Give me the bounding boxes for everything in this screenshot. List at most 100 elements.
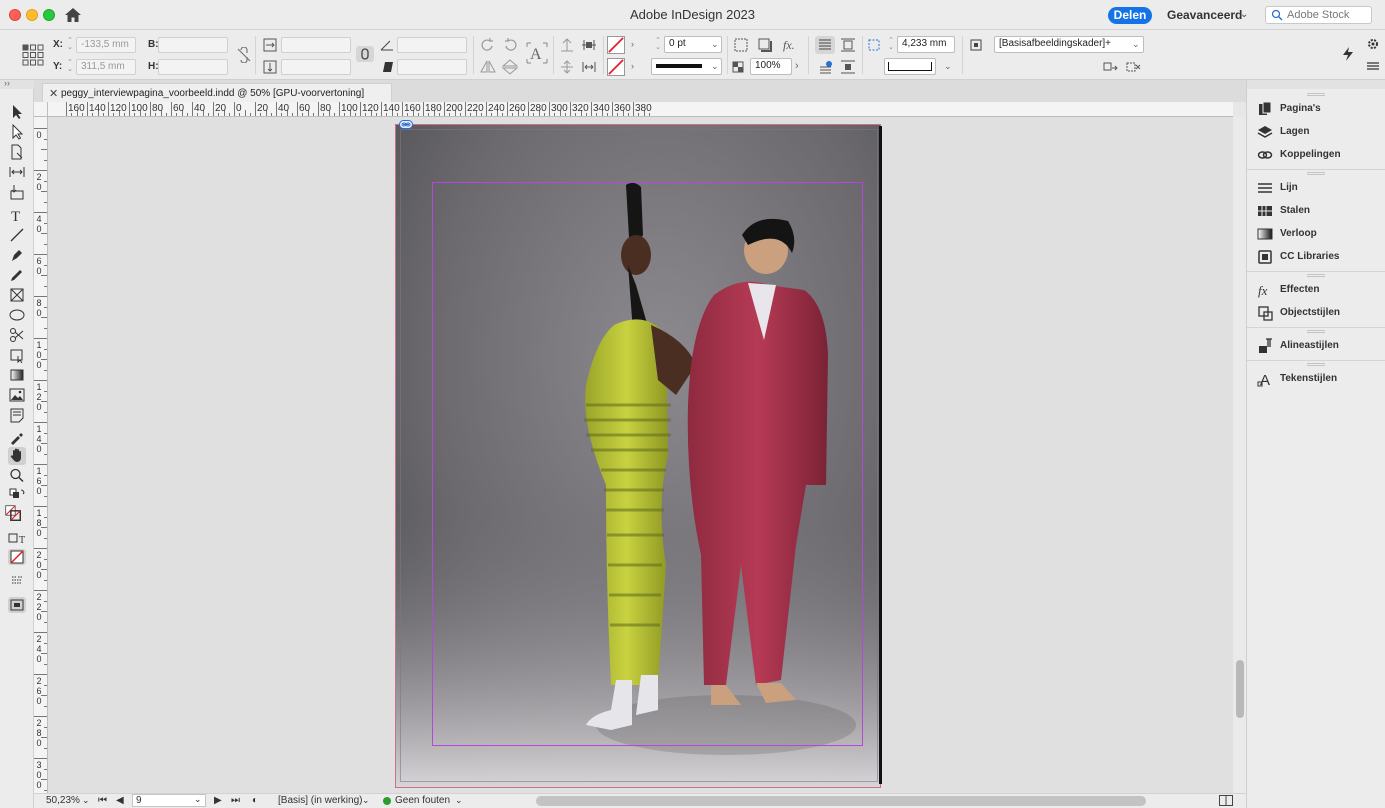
dock-item-cc-libraries[interactable]: CC Libraries: [1247, 246, 1385, 268]
screen-mode-icon[interactable]: [8, 573, 26, 589]
dock-item-paragraph-styles[interactable]: Alineastijlen: [1247, 335, 1385, 357]
link-badge-icon[interactable]: [399, 120, 413, 129]
next-page-icon[interactable]: ▶: [214, 795, 222, 806]
eyedropper-tool-icon[interactable]: [8, 429, 26, 445]
chevron-down-icon[interactable]: ⌄: [455, 795, 463, 806]
wrap-offset-stepper[interactable]: ⌃ ⌄: [887, 37, 895, 53]
scale-y-field[interactable]: [281, 59, 351, 75]
frame-fitting-icon[interactable]: [732, 37, 750, 53]
dock-item-pages[interactable]: Pagina's: [1247, 98, 1385, 120]
free-transform-tool-icon[interactable]: [8, 347, 26, 364]
default-colors-icon[interactable]: [8, 487, 26, 501]
clear-overrides-icon[interactable]: [1101, 59, 1119, 75]
ruler-origin[interactable]: [34, 102, 48, 117]
formatting-container-icon[interactable]: T: [8, 531, 26, 547]
text-wrap-bounding-icon[interactable]: [839, 37, 857, 53]
page-tool-icon[interactable]: [8, 144, 26, 160]
ellipse-tool-icon[interactable]: [8, 307, 26, 323]
expand-tools-icon[interactable]: ››: [4, 78, 10, 88]
flip-vertical-icon[interactable]: [501, 59, 519, 75]
vertical-scroll-thumb[interactable]: [1236, 660, 1244, 718]
opacity-field[interactable]: 100%: [750, 58, 792, 75]
x-stepper[interactable]: ⌃ ⌄: [66, 37, 74, 53]
rectangle-frame-tool-icon[interactable]: [8, 287, 26, 303]
chevron-down-icon[interactable]: ⌄: [711, 39, 719, 50]
chevron-down-icon[interactable]: ⌄: [944, 61, 952, 72]
direct-selection-tool-icon[interactable]: [8, 123, 26, 140]
reference-point-icon[interactable]: [22, 44, 44, 66]
chevron-down-icon[interactable]: ⌄: [82, 795, 90, 806]
dock-item-links[interactable]: Koppelingen: [1247, 144, 1385, 166]
dock-item-swatches[interactable]: Stalen: [1247, 200, 1385, 222]
chevron-right-icon[interactable]: ›: [631, 61, 634, 71]
fill-stroke-swatches[interactable]: [4, 505, 26, 527]
chevron-down-icon[interactable]: ⌄: [194, 794, 202, 805]
stroke-none-swatch[interactable]: [607, 58, 625, 76]
scale-x-field[interactable]: [281, 37, 351, 53]
flip-horizontal-icon[interactable]: [479, 59, 497, 75]
last-page-icon[interactable]: ⏭: [231, 795, 240, 806]
type-tool-icon[interactable]: T: [8, 207, 26, 225]
minimize-window-button[interactable]: [26, 9, 38, 21]
chevron-right-icon[interactable]: ›: [795, 60, 799, 72]
zoom-window-button[interactable]: [43, 9, 55, 21]
link-scale-icon[interactable]: [356, 46, 374, 62]
open-page-icon[interactable]: ◐: [252, 795, 258, 806]
fill-none-swatch[interactable]: [607, 36, 625, 54]
rotation-field[interactable]: [397, 37, 467, 53]
adobe-stock-search-input[interactable]: Adobe Stock: [1265, 6, 1372, 24]
scissors-tool-icon[interactable]: [8, 327, 26, 343]
shear-field[interactable]: [397, 59, 467, 75]
home-icon[interactable]: [64, 7, 82, 23]
constrain-proportions-icon[interactable]: [235, 46, 253, 64]
hamburger-menu-icon[interactable]: [1364, 58, 1382, 74]
distribute-space-icon[interactable]: [580, 59, 598, 75]
rotate-clockwise-icon[interactable]: [479, 37, 497, 53]
preflight-status[interactable]: Geen fouten: [395, 795, 450, 806]
vertical-ruler[interactable]: 0 20 40 60 80 100 120 140 160 180 200 220 240 260 280 3…: [34, 117, 48, 793]
pencil-tool-icon[interactable]: [8, 267, 26, 283]
image-placeholder-icon[interactable]: [8, 387, 26, 403]
master-status[interactable]: [Basis] (in werking): [278, 795, 362, 806]
chevron-down-icon[interactable]: ⌄: [711, 61, 719, 72]
split-view-icon[interactable]: [1219, 795, 1233, 808]
width-field[interactable]: [158, 37, 228, 53]
text-wrap-jump-icon[interactable]: [839, 59, 857, 75]
dock-item-gradient[interactable]: Verloop: [1247, 223, 1385, 245]
gap-tool-icon[interactable]: [8, 164, 26, 180]
zoom-tool-icon[interactable]: [8, 467, 26, 483]
previous-page-icon[interactable]: ◀: [116, 795, 124, 806]
y-stepper[interactable]: ⌃ ⌄: [66, 59, 74, 75]
height-field[interactable]: [158, 59, 228, 75]
vertical-scrollbar[interactable]: [1233, 117, 1246, 793]
stroke-preview-field[interactable]: [884, 58, 936, 75]
object-style-dropdown[interactable]: [Basisafbeeldingskader]+: [994, 36, 1144, 53]
wrap-offset-field[interactable]: 4,233 mm: [897, 36, 955, 53]
first-page-icon[interactable]: ⏮: [98, 795, 107, 806]
panel-group-grip[interactable]: [1307, 274, 1325, 277]
stroke-weight-stepper[interactable]: ⌃ ⌄: [654, 37, 662, 53]
page-number-field[interactable]: 9 ⌄: [132, 794, 206, 807]
hand-tool-icon[interactable]: [8, 447, 26, 465]
document-tab[interactable]: ✕ peggy_interviewpagina_voorbeeld.indd @…: [42, 83, 392, 102]
dock-item-effects[interactable]: fx Effecten: [1247, 279, 1385, 301]
dock-item-layers[interactable]: Lagen: [1247, 121, 1385, 143]
note-tool-icon[interactable]: [8, 407, 26, 423]
gear-icon[interactable]: [1364, 36, 1382, 52]
panel-group-grip[interactable]: [1307, 363, 1325, 366]
workspace-switcher[interactable]: Geavanceerd: [1167, 8, 1242, 22]
drop-shadow-icon[interactable]: [756, 37, 774, 53]
panel-group-grip[interactable]: [1307, 330, 1325, 333]
dock-item-stroke[interactable]: Lijn: [1247, 177, 1385, 199]
close-window-button[interactable]: [9, 9, 21, 21]
distribute-icon[interactable]: [580, 37, 598, 53]
dock-item-object-styles[interactable]: Objectstijlen: [1247, 302, 1385, 324]
chevron-down-icon[interactable]: ⌄: [362, 795, 370, 806]
chevron-right-icon[interactable]: ›: [631, 39, 634, 49]
effects-fx-icon[interactable]: fx.: [781, 37, 799, 53]
auto-fit-icon[interactable]: [817, 59, 835, 75]
x-position-field[interactable]: -133,5 mm: [76, 37, 136, 53]
text-frame-type-icon[interactable]: A: [526, 42, 548, 64]
text-wrap-none-icon[interactable]: [815, 36, 835, 54]
placed-photo[interactable]: [396, 125, 880, 787]
